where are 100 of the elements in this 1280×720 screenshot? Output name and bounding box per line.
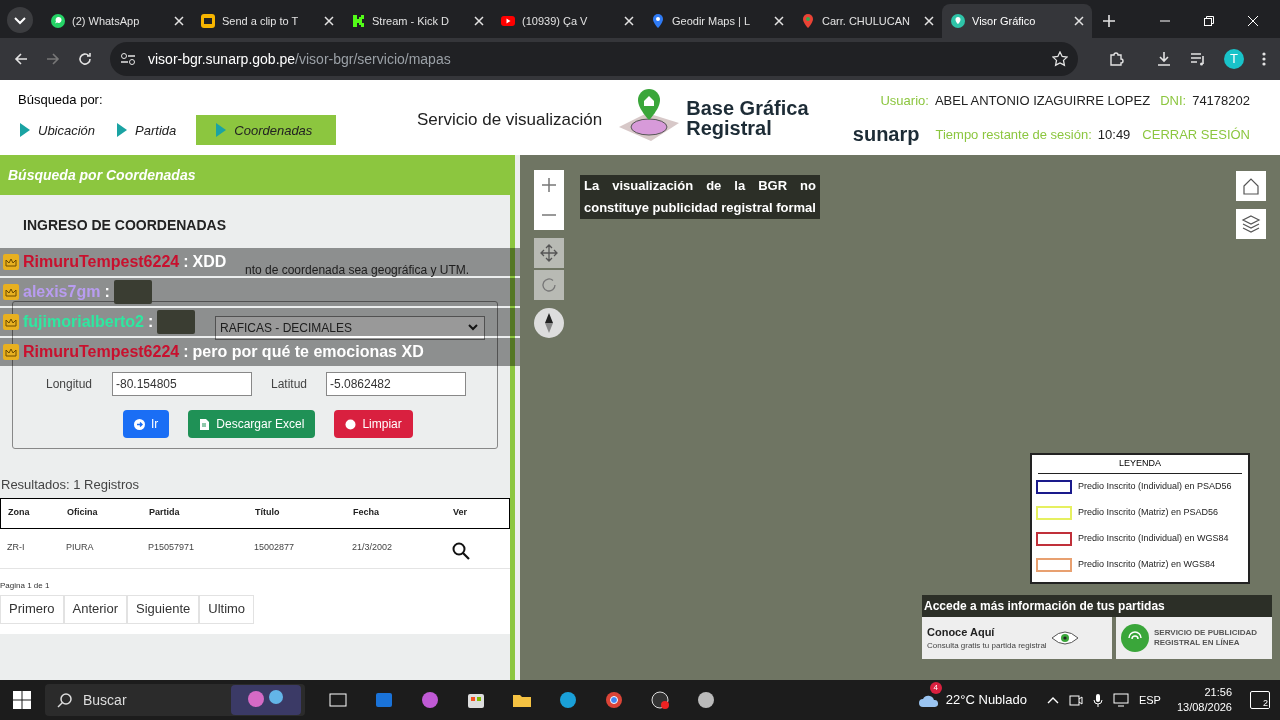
legend-label: Predio Inscrito (Matriz) en WGS84 (1078, 557, 1216, 571)
close-icon[interactable] (924, 16, 934, 26)
chat-username: RimuruTempest6224 (23, 342, 180, 362)
search-mode-tab[interactable]: Coordenadas (196, 115, 337, 146)
table-cell-text: ZR-I (6, 541, 26, 555)
url-text: visor-bgr.sunarp.gob.pe/visor-bgr/servicio/mapas (148, 49, 451, 69)
restore-icon[interactable] (1204, 16, 1214, 26)
crown-badge-icon (3, 284, 19, 300)
chat-icon (50, 13, 66, 29)
pagination-button[interactable]: Primero (0, 594, 64, 624)
column-header: Ver (453, 506, 468, 520)
chat-separator: : (147, 312, 154, 332)
table-cell-text: 21/3/2002 (352, 541, 394, 555)
extensions-icon[interactable] (1108, 51, 1124, 67)
pagination-button[interactable]: Ultimo (199, 594, 255, 624)
action-button[interactable]: Limpiar (334, 410, 413, 438)
close-icon[interactable] (624, 16, 634, 26)
browser-tab[interactable]: Visor Gráfico (942, 4, 1092, 38)
promo-card[interactable]: SERVICIO DE PUBLICIDAD REGISTRAL EN LÍNEA (1116, 617, 1272, 659)
video-icon (500, 13, 516, 29)
close-icon[interactable] (174, 16, 184, 26)
emote-image (113, 280, 152, 304)
dni-value: 74178202 (1192, 91, 1250, 110)
legend-label: Predio Inscrito (Individual) en WGS84 (1078, 531, 1229, 545)
user-name: ABEL ANTONIO IZAGUIRRE LOPEZ (934, 91, 1151, 110)
browser-tab[interactable]: (2) WhatsApp (42, 4, 192, 38)
media-icon[interactable] (1190, 51, 1206, 67)
browser-tab[interactable]: Stream - Kick D (342, 4, 492, 38)
promo-card-caption: Consulta gratis tu partida registral (927, 640, 1047, 653)
pagination-button[interactable]: Siguiente (127, 594, 200, 624)
page-info: Pagina 1 de 1 (0, 579, 51, 592)
user-label: Usuario: (880, 91, 929, 110)
browser-tab[interactable]: Geodir Maps | L (642, 4, 792, 38)
close-icon[interactable] (774, 16, 784, 26)
circle-icon (345, 418, 357, 430)
search-icon[interactable] (452, 542, 470, 560)
k-logo-icon (350, 13, 366, 29)
taskbar-search-field[interactable]: Buscar (45, 684, 305, 716)
crown-badge-icon (3, 314, 19, 330)
browser-tab[interactable]: (10939) Ça V (492, 4, 642, 38)
network-icon[interactable] (1112, 693, 1129, 707)
new-tab-icon[interactable] (1102, 14, 1116, 28)
signal-badge-icon (1120, 623, 1150, 653)
search-icon (57, 692, 73, 708)
home-icon[interactable] (1236, 171, 1266, 201)
logo-text: Registral (686, 117, 773, 138)
promo-card[interactable]: Conoce Aquí Consulta gratis tu partida registral (922, 617, 1112, 659)
microphone-icon[interactable] (1092, 693, 1103, 707)
close-icon[interactable] (474, 16, 484, 26)
recorder-icon[interactable] (649, 689, 671, 711)
chat-separator: : (183, 342, 189, 362)
clock-date: 13/08/2026 (1176, 700, 1232, 715)
coordinate-type-select[interactable]: RAFICAS - DECIMALES (215, 316, 485, 340)
longitude-field[interactable]: -80.154805 (112, 372, 252, 396)
clip-icon (200, 13, 216, 29)
back-icon[interactable] (14, 52, 28, 66)
chat-message: pero por qué te emocionas XD (192, 342, 424, 362)
chat-separator: : (104, 282, 110, 302)
search-by-label: Búsqueda por: (18, 90, 104, 109)
browser-chrome-icon[interactable] (603, 689, 625, 711)
chat-username: alexis7gm (23, 282, 101, 302)
notifications-button[interactable]: 2 (1250, 691, 1270, 709)
address-bar[interactable]: visor-bgr.sunarp.gob.pe/visor-bgr/servicio/mapas (110, 42, 1078, 76)
logo-text: Base Gráfica (686, 97, 809, 118)
language-indicator[interactable]: ESP (1138, 691, 1161, 709)
download-icon[interactable] (1156, 51, 1172, 67)
promo-title: Accede a más información de tus partidas (922, 595, 1272, 617)
close-icon[interactable] (324, 16, 334, 26)
chevron-up-icon[interactable] (1046, 696, 1059, 704)
column-header: Zona (7, 506, 31, 520)
camera-icon[interactable] (1068, 693, 1083, 707)
browser-tab[interactable]: Carr. CHULUCAN (792, 4, 942, 38)
promo-card-title: Conoce Aquí (927, 624, 996, 640)
tab-list-icon[interactable] (6, 6, 34, 34)
compass-icon[interactable] (534, 308, 564, 338)
legend-label: Predio Inscrito (Individual) en PSAD56 (1078, 479, 1232, 493)
menu-icon[interactable] (1262, 51, 1266, 67)
browser-tab[interactable]: Send a clip to T (192, 4, 342, 38)
latitude-field[interactable]: -5.0862482 (326, 372, 466, 396)
map-pin-icon (650, 13, 666, 29)
close-icon[interactable] (1074, 16, 1084, 26)
hint-text: nto de coordenada sea geográfica y UTM. (245, 262, 471, 279)
column-header: Título (255, 506, 281, 520)
disc-icon[interactable] (695, 689, 717, 711)
notification-badge: 4 (929, 682, 942, 695)
action-button[interactable]: Descargar Excel (188, 410, 316, 438)
pan-icon[interactable] (534, 238, 564, 268)
chat-separator: : (183, 252, 189, 272)
map-pin-icon (950, 13, 966, 29)
pagination-button[interactable]: Anterior (63, 594, 128, 624)
map-pin-icon (800, 13, 816, 29)
chevron-down-icon (468, 324, 478, 332)
reload-icon[interactable] (78, 52, 92, 66)
action-button[interactable]: Ir (123, 410, 170, 438)
forward-icon[interactable] (46, 52, 60, 66)
layers-icon[interactable] (1236, 209, 1266, 239)
star-icon[interactable] (1052, 51, 1068, 67)
dni-label: DNI: (1160, 91, 1187, 110)
longitude-label: Longitud (46, 376, 94, 393)
windows-start-icon[interactable] (13, 691, 31, 709)
